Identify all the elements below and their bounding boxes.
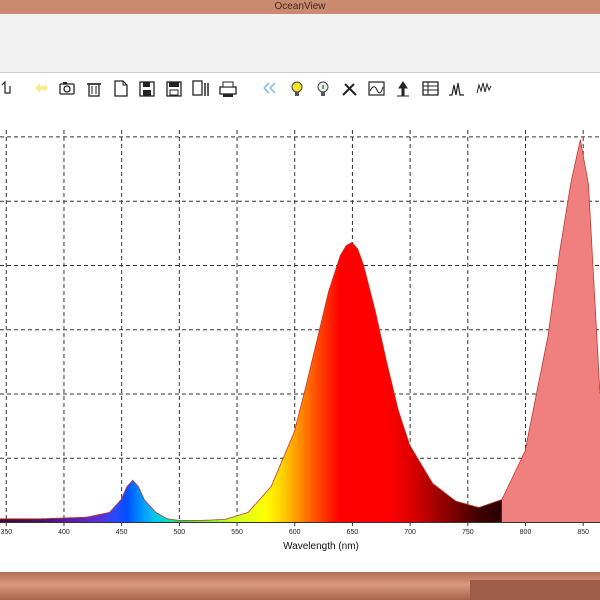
chart-panel: 350 400 450 500 550 600 650 700 750 800 850 Wavele… [0,72,600,572]
data-point [201,520,202,521]
data-point [167,518,168,519]
document-icon[interactable] [114,80,128,97]
x-tick-label: 800 [520,529,532,536]
x-tick-label: 450 [116,529,128,536]
spectrum-chart: 350 400 450 500 550 600 650 700 750 800 850 Wavele… [0,72,600,572]
x-tick-label: 400 [58,529,70,536]
data-point [374,309,375,310]
data-point [432,483,433,484]
x-tick-label: 500 [174,529,186,536]
x-tick-label: 350 [0,529,12,536]
data-point [351,242,352,243]
data-point [155,512,156,513]
data-point [40,518,41,519]
data-point [271,486,272,487]
data-point [363,264,364,265]
save-icon[interactable] [139,81,155,97]
x-tick-label: 700 [404,529,416,536]
data-point [340,255,341,256]
data-point [294,431,295,432]
data-point [409,444,410,445]
data-point [357,248,358,249]
x-axis-label: Wavelength (nm) [283,541,359,552]
data-point [305,386,306,387]
data-point [224,519,225,520]
data-point [478,507,479,508]
background-window [470,580,600,600]
data-point [571,181,572,182]
data-point [126,486,127,487]
data-point [178,520,179,521]
data-point [398,409,399,410]
data-point [144,499,145,500]
data-point [109,512,110,513]
data-point [86,517,87,518]
data-point [317,338,318,339]
x-tick-label: 750 [462,529,474,536]
x-tick-label: 550 [231,529,243,536]
menu-area [0,14,600,73]
data-point [580,139,581,140]
spectrum-icon[interactable] [368,81,385,96]
data-point [138,486,139,487]
data-point [132,480,133,481]
data-point [386,361,387,362]
data-point [588,184,589,185]
window-title: OceanView [0,0,600,14]
x-tick-label: 650 [347,529,359,536]
data-point [548,335,549,336]
data-point [559,252,560,253]
data-point [455,501,456,502]
data-point [328,290,329,291]
x-tick-label: 850 [577,529,589,536]
data-point [346,245,347,246]
copy-icon[interactable] [192,80,209,96]
data-point [501,499,502,500]
x-tick-label: 600 [289,529,301,536]
data-point [121,499,122,500]
save-all-icon[interactable] [166,81,182,97]
window-body: 350 400 450 500 550 600 650 700 750 800 850 Wavele… [0,14,600,572]
data-point [524,451,525,452]
table-icon[interactable] [422,81,439,96]
data-point [248,512,249,513]
